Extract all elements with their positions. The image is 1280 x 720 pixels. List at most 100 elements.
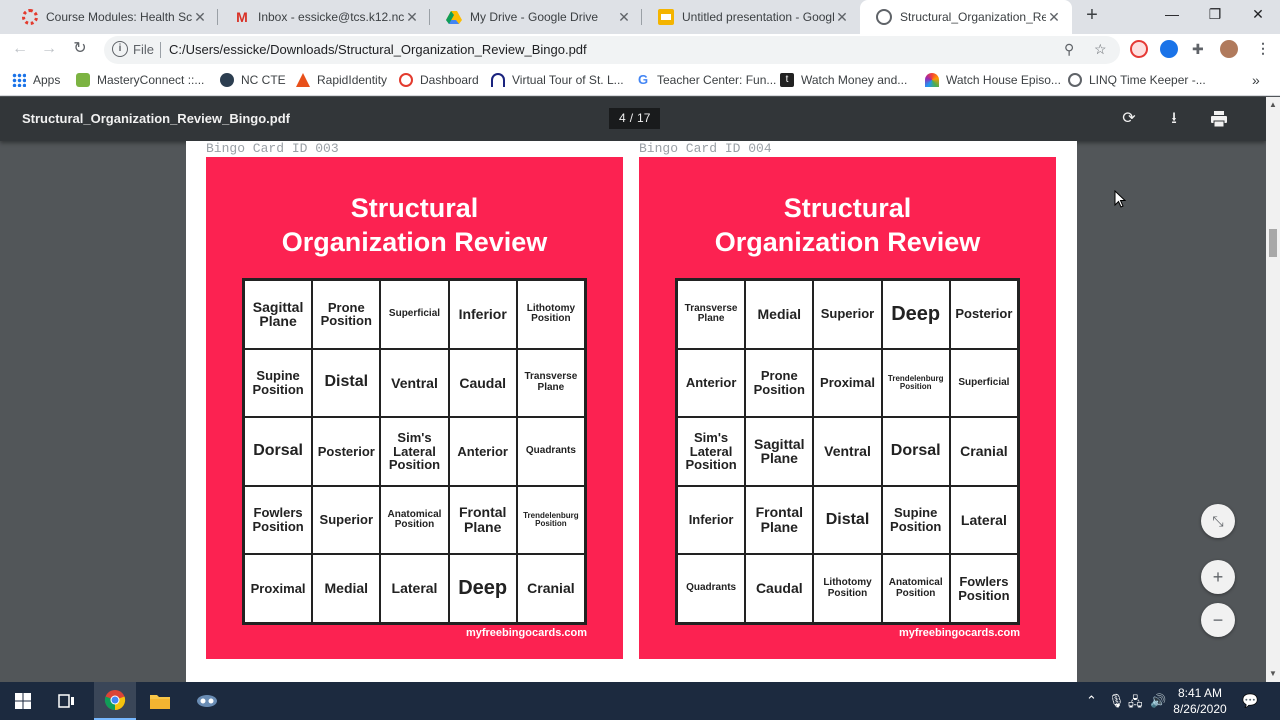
task-view-icon[interactable] xyxy=(46,682,88,720)
bingo-cell: Transverse Plane xyxy=(516,348,585,418)
bingo-cell: Frontal Plane xyxy=(448,485,517,555)
bookmark-watch-money[interactable]: t Watch Money and... xyxy=(780,71,907,89)
globe-icon xyxy=(1068,73,1082,87)
chrome-taskbar-icon[interactable] xyxy=(94,682,136,720)
navigation-bar: ← → ↻ i File C:/Users/essicke/Downloads/… xyxy=(0,34,1280,64)
current-page[interactable]: 4 xyxy=(619,111,626,126)
profile-avatar[interactable] xyxy=(1220,40,1238,58)
google-icon: G xyxy=(637,72,649,87)
info-icon[interactable]: i xyxy=(112,41,128,57)
gmail-icon: M xyxy=(236,9,248,25)
back-button[interactable]: ← xyxy=(8,38,32,62)
slides-icon xyxy=(658,9,674,25)
card-credit: myfreebingocards.com xyxy=(465,627,587,639)
bingo-cell: Deep xyxy=(448,554,517,623)
bingo-cell: Sagittal Plane xyxy=(244,280,313,349)
bingo-cell: Distal xyxy=(813,485,882,555)
close-tab-icon[interactable]: ✕ xyxy=(192,9,208,26)
clock[interactable]: 8:41 AM 8/26/2020 xyxy=(1172,685,1228,717)
address-bar[interactable]: i File C:/Users/essicke/Downloads/Struct… xyxy=(104,36,1120,64)
scheme-label: File xyxy=(133,42,154,57)
close-tab-icon[interactable]: ✕ xyxy=(834,9,850,26)
bookmarks-overflow-button[interactable]: » xyxy=(1252,71,1260,89)
rapididentity-icon xyxy=(296,73,310,87)
bingo-card: Structural Organization Review Sagittal … xyxy=(206,157,623,659)
url-text[interactable]: C:/Users/essicke/Downloads/Structural_Or… xyxy=(169,42,587,57)
snipping-tool-icon[interactable] xyxy=(186,682,228,720)
bingo-cell: Anatomical Position xyxy=(380,485,449,555)
bookmark-star-icon[interactable]: ☆ xyxy=(1094,41,1107,58)
scroll-down-icon[interactable]: ▼ xyxy=(1269,669,1277,678)
minimize-button[interactable]: — xyxy=(1150,0,1194,30)
rotate-icon[interactable]: ⟳ xyxy=(1118,108,1140,130)
close-window-button[interactable]: ✕ xyxy=(1236,0,1280,30)
scrollbar-thumb[interactable] xyxy=(1269,229,1277,257)
tab-untitled-presentation[interactable]: Untitled presentation - Google ✕ xyxy=(642,0,860,34)
taskbar: ⌃ 🎙 🖧 🔊 8:41 AM 8/26/2020 💬 xyxy=(0,682,1280,720)
arch-icon xyxy=(491,73,505,87)
volume-icon[interactable]: 🔊 xyxy=(1150,693,1166,709)
windows-start-icon[interactable] xyxy=(2,682,44,720)
drive-icon xyxy=(446,9,462,25)
extension-record-icon[interactable] xyxy=(1130,40,1148,58)
bingo-cell: Ventral xyxy=(813,417,882,486)
canvas-icon xyxy=(22,9,38,25)
close-tab-icon[interactable]: ✕ xyxy=(404,9,420,26)
bingo-cell: Posterior xyxy=(949,280,1018,349)
bookmark-teacher-center[interactable]: G Teacher Center: Fun... xyxy=(636,71,776,89)
tab-course-modules[interactable]: Course Modules: Health Scienc ✕ xyxy=(6,0,218,34)
forward-button[interactable]: → xyxy=(37,38,61,62)
bookmark-nc-cte[interactable]: NC CTE xyxy=(220,71,286,89)
bingo-cell: Distal xyxy=(312,348,381,418)
bingo-cell: Superior xyxy=(813,280,882,349)
restore-button[interactable]: ❐ xyxy=(1193,0,1237,30)
extension-blue-icon[interactable] xyxy=(1160,40,1178,58)
globe-icon xyxy=(876,9,892,25)
bingo-cell: Cranial xyxy=(949,417,1018,486)
dashboard-icon xyxy=(399,73,413,87)
zoom-in-button[interactable]: + xyxy=(1201,560,1235,594)
menu-kebab-icon[interactable]: ⋮ xyxy=(1256,40,1270,57)
bookmark-linq[interactable]: LINQ Time Keeper -... xyxy=(1068,71,1206,89)
bingo-cell: Sim's Lateral Position xyxy=(380,417,449,486)
tab-inbox[interactable]: M Inbox - essicke@tcs.k12.nc.us ✕ xyxy=(218,0,430,34)
page-indicator[interactable]: 4 / 17 xyxy=(609,108,661,129)
zoom-icon[interactable]: ⚲ xyxy=(1064,41,1074,58)
bingo-cell: Medial xyxy=(745,280,814,349)
network-icon[interactable]: 🖧 xyxy=(1128,693,1143,715)
mouse-cursor-icon xyxy=(1114,189,1127,213)
download-icon[interactable]: ⭳ xyxy=(1163,108,1185,130)
bookmarks-bar: Apps MasteryConnect ::... NC CTE RapidId… xyxy=(0,64,1280,96)
notifications-icon[interactable]: 💬 xyxy=(1242,693,1258,709)
bookmark-dashboard[interactable]: Dashboard xyxy=(399,71,479,89)
extensions-puzzle-icon[interactable]: ✚ xyxy=(1192,41,1204,58)
bookmark-rapididentity[interactable]: RapidIdentity xyxy=(296,71,387,89)
fit-page-button[interactable]: ⤡ xyxy=(1201,504,1235,538)
close-tab-icon[interactable]: ✕ xyxy=(1046,9,1062,26)
tab-structural-organization[interactable]: Structural_Organization_Revie ✕ xyxy=(860,0,1072,34)
bookmark-watch-house[interactable]: Watch House Episo... xyxy=(925,71,1061,89)
bingo-cell: Prone Position xyxy=(745,348,814,418)
bookmark-masteryconnect[interactable]: MasteryConnect ::... xyxy=(76,71,204,89)
masteryconnect-icon xyxy=(76,73,90,87)
scrollbar[interactable]: ▲ ▼ xyxy=(1266,97,1280,682)
tab-my-drive[interactable]: My Drive - Google Drive ✕ xyxy=(430,0,642,34)
pdf-toolbar: Structural_Organization_Review_Bingo.pdf… xyxy=(0,97,1266,141)
bookmark-virtual-tour[interactable]: Virtual Tour of St. L... xyxy=(491,71,624,89)
scroll-up-icon[interactable]: ▲ xyxy=(1269,100,1277,109)
new-tab-button[interactable]: + xyxy=(1082,5,1102,27)
bingo-cell: Sagittal Plane xyxy=(745,417,814,486)
bingo-cell: Superficial xyxy=(949,348,1018,418)
close-tab-icon[interactable]: ✕ xyxy=(616,9,632,26)
bookmark-apps[interactable]: Apps xyxy=(12,71,60,89)
bingo-cell: Deep xyxy=(881,280,950,349)
microphone-icon[interactable]: 🎙 xyxy=(1108,693,1125,709)
show-hidden-icons[interactable]: ⌃ xyxy=(1086,693,1097,709)
bingo-cell: Dorsal xyxy=(244,417,313,486)
print-icon[interactable] xyxy=(1208,108,1230,130)
bingo-cell: Transverse Plane xyxy=(677,280,746,349)
file-explorer-icon[interactable] xyxy=(139,682,181,720)
reload-button[interactable]: ↻ xyxy=(68,38,92,62)
zoom-out-button[interactable]: − xyxy=(1201,603,1235,637)
peacock-icon xyxy=(925,73,939,87)
